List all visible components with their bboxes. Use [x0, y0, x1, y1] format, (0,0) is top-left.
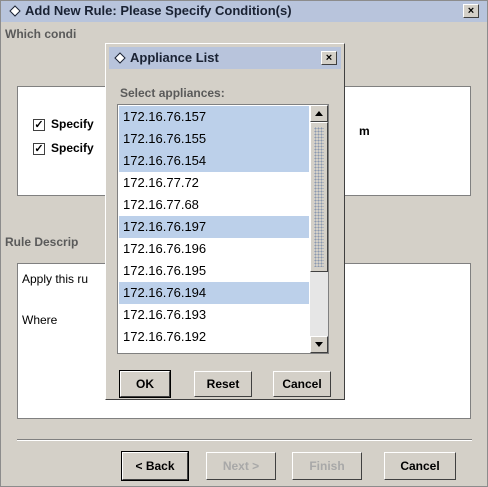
appliance-list-item[interactable]: 172.16.77.68 [119, 194, 309, 216]
scrollbar-thumb[interactable] [310, 122, 328, 272]
appliance-list-item[interactable]: 172.16.76.155 [119, 128, 309, 150]
reset-button[interactable]: Reset [194, 371, 252, 397]
appliance-list-item[interactable]: 172.16.76.197 [119, 216, 309, 238]
scroll-down-button[interactable] [310, 336, 328, 353]
arrow-up-icon [315, 111, 323, 116]
appliance-list-dialog: Appliance List × Select appliances: 172.… [105, 43, 345, 400]
scroll-up-button[interactable] [310, 105, 328, 122]
description-line-1: Apply this ru [22, 272, 89, 286]
condition-label-1: Specify [51, 117, 94, 131]
appliance-list-item[interactable]: 172.16.76.194 [119, 282, 309, 304]
title-bar[interactable]: Add New Rule: Please Specify Condition(s… [1, 1, 487, 22]
cancel-button[interactable]: Cancel [384, 452, 456, 480]
close-button[interactable]: × [463, 4, 479, 18]
condition-label-2-suffix: m [359, 124, 370, 138]
finish-button[interactable]: Finish [292, 452, 362, 480]
next-button[interactable]: Next > [206, 452, 276, 480]
appliance-listbox[interactable]: 172.16.76.157 172.16.76.155 172.16.76.154 1… [117, 104, 329, 354]
appliance-list-item[interactable]: 172.16.76.191 [119, 348, 309, 353]
footer-separator [17, 439, 472, 441]
app-icon [9, 5, 21, 17]
appliance-list-item[interactable]: 172.16.77.72 [119, 172, 309, 194]
appliance-list-item[interactable]: 172.16.76.192 [119, 326, 309, 348]
appliance-list-item[interactable]: 172.16.76.195 [119, 260, 309, 282]
appliance-list-title-bar[interactable]: Appliance List × [109, 47, 341, 69]
condition-checkbox-1[interactable]: ✓ [33, 119, 45, 131]
back-button[interactable]: < Back [121, 451, 189, 481]
appliance-list-item[interactable]: 172.16.76.154 [119, 150, 309, 172]
popup-cancel-button[interactable]: Cancel [273, 371, 331, 397]
condition-checkbox-2[interactable]: ✓ [33, 143, 45, 155]
window-title: Add New Rule: Please Specify Condition(s… [25, 3, 292, 18]
appliance-list-item[interactable]: 172.16.76.196 [119, 238, 309, 260]
appliance-list-item[interactable]: 172.16.76.193 [119, 304, 309, 326]
rule-description-heading: Rule Descrip [5, 235, 79, 249]
appliance-list-title: Appliance List [130, 50, 219, 65]
select-appliances-label: Select appliances: [120, 86, 225, 100]
ok-button[interactable]: OK [119, 370, 171, 398]
description-line-2: Where [22, 313, 58, 327]
conditions-heading: Which condi [5, 27, 77, 41]
appliance-list-close-button[interactable]: × [321, 51, 337, 65]
vertical-scrollbar[interactable] [310, 105, 328, 353]
arrow-down-icon [315, 342, 323, 347]
app-icon [114, 52, 126, 64]
condition-label-2: Specify [51, 141, 94, 155]
appliance-list-item[interactable]: 172.16.76.157 [119, 106, 309, 128]
